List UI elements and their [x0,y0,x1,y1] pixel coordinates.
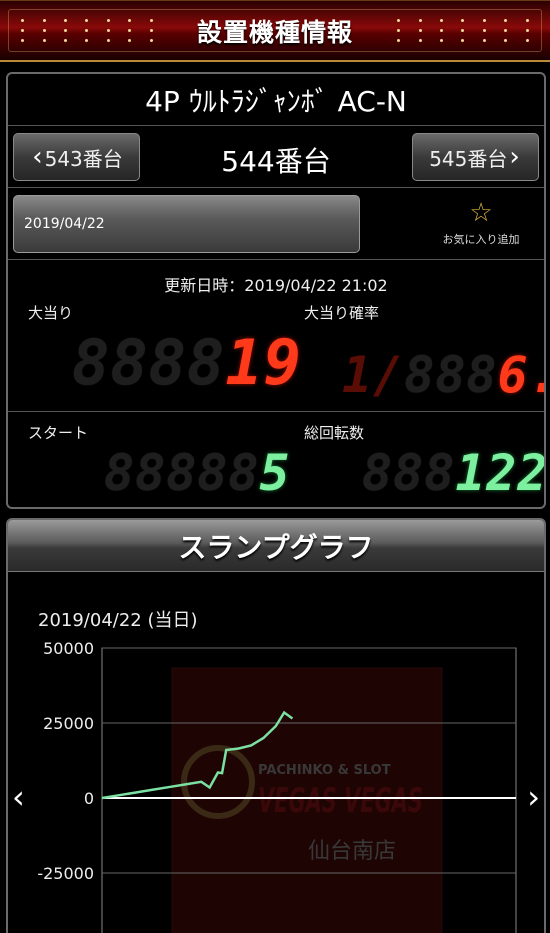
machine-info-panel: 4P ｳﾙﾄﾗｼﾞｬﾝﾎﾞ AC-N ‹ 543番台 544番台 545番台 ›… [6,72,546,509]
watermark-brand: VEGAS VEGAS [258,781,423,821]
watermark-tagline: PACHINKO & SLOT [258,763,391,778]
spin-stats: スタート 総回転数 888885 888122 [8,412,544,507]
slump-chart: PACHINKO & SLOT VEGAS VEGAS 仙台南店 50000 25… [37,639,517,933]
total-spins-counter: 888122 [362,448,544,498]
chevron-right-icon: › [509,142,520,172]
total-ghost-digits: 888 [362,444,456,502]
banner-dots-left [12,15,162,46]
y-tick-label: 50000 [43,639,94,658]
add-favorite-label: お気に入り追加 [442,233,520,246]
updated-timestamp: 更新日時：2019/04/22 21:02 [164,276,388,295]
date-select[interactable]: 2019/04/22 [13,195,360,253]
machine-name: 4P ｳﾙﾄﾗｼﾞｬﾝﾎﾞ AC-N [8,74,544,126]
date-row: 2019/04/22 ☆ お気に入り追加 [8,188,544,260]
store-watermark: PACHINKO & SLOT VEGAS VEGAS 仙台南店 [171,667,443,933]
start-counter: 888885 [104,448,291,498]
jackpot-counter: 888819 [72,332,302,394]
next-unit-label: 545番台 [429,146,508,171]
banner-dots-right [388,15,538,46]
total-spins-label: 総回転数 [304,424,365,442]
star-outline-icon: ☆ [469,198,493,228]
start-label: スタート [28,424,89,442]
y-tick-label: -25000 [37,864,94,883]
probability-ghost-digits: 888 [404,346,498,404]
probability-counter: 1/8886.4 [342,350,544,400]
y-tick-label: 0 [84,789,94,808]
add-favorite-button[interactable]: ☆ お気に入り追加 [426,198,536,247]
jackpot-count: 19 [225,326,302,399]
slump-graph-panel: スランプグラフ 2019/04/22 (当日) ‹ › PACHINKO & S… [6,518,546,933]
unit-navigation: ‹ 543番台 544番台 545番台 › [8,126,544,188]
probability-value: 6.4 [497,346,544,404]
header-banner: 設置機種情報 [0,0,550,62]
jackpot-stats: 更新日時：2019/04/22 21:02 大当り 大当り確率 888819 1… [8,260,544,412]
y-tick-label: 25000 [43,714,94,733]
total-spins-count: 122 [455,444,546,502]
start-count: 5 [259,444,291,502]
jackpot-ghost-digits: 8888 [72,326,226,399]
start-ghost-digits: 88888 [104,444,260,502]
watermark-store: 仙台南店 [308,839,396,864]
probability-label: 大当り確率 [304,304,380,322]
page-title: 設置機種情報 [196,17,353,47]
next-unit-button[interactable]: 545番台 › [412,133,539,181]
probability-prefix: 1/ [342,346,405,404]
jackpot-label: 大当り [28,304,74,322]
